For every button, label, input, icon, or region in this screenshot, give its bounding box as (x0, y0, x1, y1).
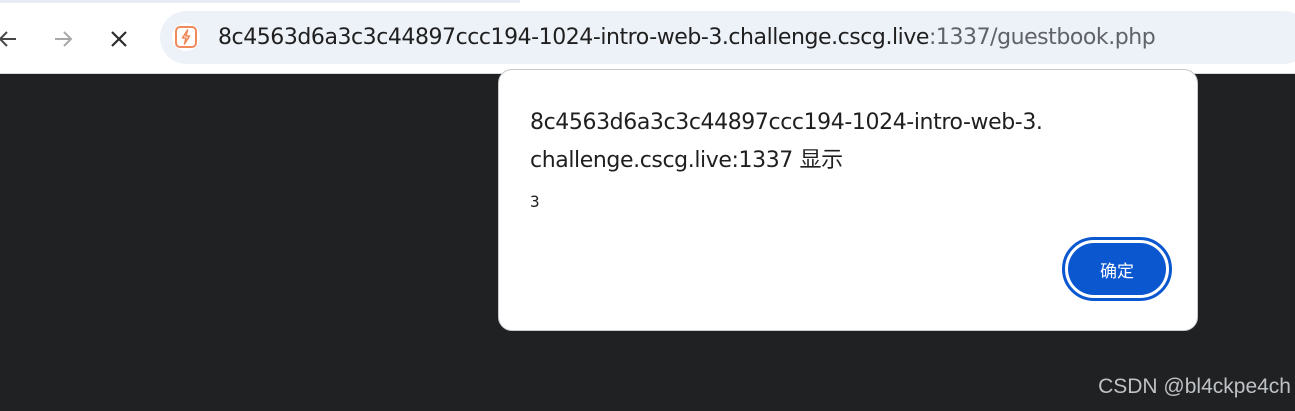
arrow-left-icon (0, 31, 16, 47)
close-icon (111, 31, 127, 47)
browser-toolbar: 8c4563d6a3c3c44897ccc194-1024-intro-web-… (0, 0, 1295, 74)
arrow-right-icon (55, 31, 73, 47)
alert-dialog: 8c4563d6a3c3c44897ccc194-1024-intro-web-… (498, 69, 1198, 331)
watermark: CSDN @bl4ckpe4ch (1098, 375, 1291, 398)
tab-strip-edge (0, 0, 520, 3)
url-port-path: :1337/guestbook.php (928, 25, 1156, 50)
ok-button[interactable]: 确定 (1068, 243, 1166, 295)
url-host: 8c4563d6a3c3c44897ccc194-1024-intro-web-… (218, 25, 929, 50)
insecure-site-icon (175, 26, 197, 48)
forward-button[interactable] (46, 22, 80, 56)
back-button[interactable] (0, 22, 25, 56)
site-info-icon[interactable] (172, 23, 200, 51)
dialog-message: 3 (530, 192, 540, 211)
stop-loading-button[interactable] (102, 22, 136, 56)
address-bar[interactable]: 8c4563d6a3c3c44897ccc194-1024-intro-web-… (160, 11, 1295, 64)
dialog-title: 8c4563d6a3c3c44897ccc194-1024-intro-web-… (530, 110, 1043, 173)
url-text[interactable]: 8c4563d6a3c3c44897ccc194-1024-intro-web-… (218, 24, 1156, 52)
